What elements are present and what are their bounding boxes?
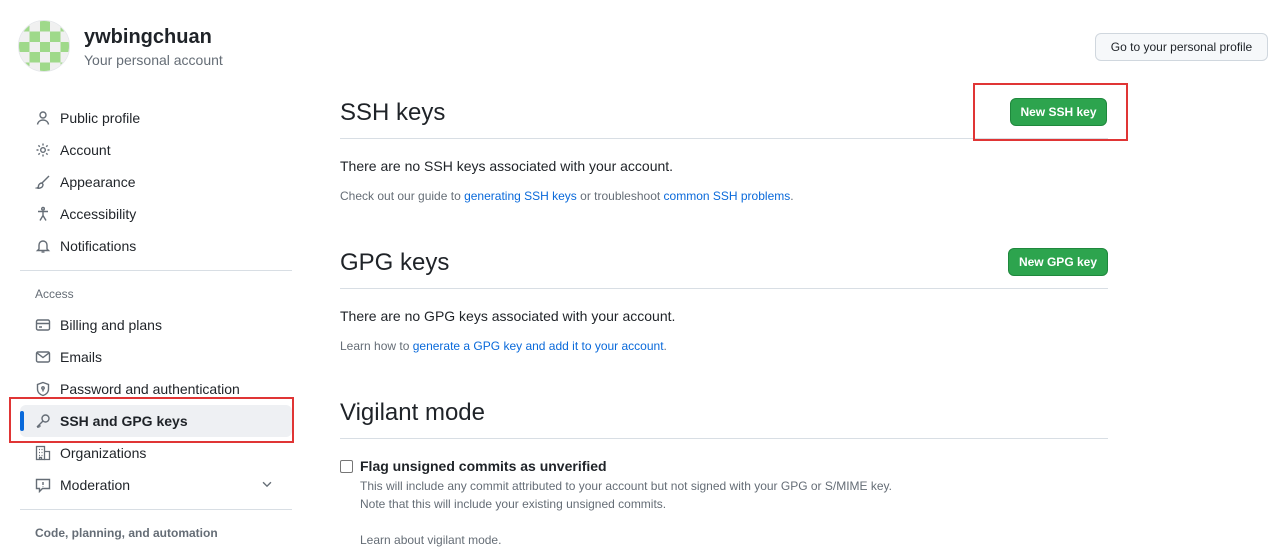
gear-icon (35, 142, 51, 158)
gpg-keys-title: GPG keys (340, 249, 450, 276)
settings-sidebar: Public profile Account Appearance Access… (20, 102, 292, 548)
account-subtitle: Your personal account (84, 52, 223, 68)
sidebar-item-label: Appearance (60, 174, 136, 190)
generate-gpg-key-link[interactable]: generate a GPG key and add it to your ac… (413, 339, 664, 353)
gpg-learn-text: Learn how to generate a GPG key and add … (340, 339, 667, 353)
avatar[interactable] (18, 20, 70, 72)
chevron-down-icon[interactable] (260, 477, 274, 494)
new-ssh-key-button[interactable]: New SSH key (1010, 98, 1107, 126)
new-gpg-key-button[interactable]: New GPG key (1008, 248, 1108, 276)
sidebar-item-label: Emails (60, 349, 103, 365)
ssh-guide-mid: or troubleshoot (576, 189, 664, 203)
sidebar-item-label: Public profile (60, 110, 141, 126)
person-icon (35, 110, 51, 126)
vigilant-checkbox-label[interactable]: Flag unsigned commits as unverified (360, 458, 607, 474)
section-divider (340, 138, 1108, 139)
vigilant-checkbox-row[interactable]: Flag unsigned commits as unverified (340, 458, 607, 474)
organization-icon (35, 445, 51, 461)
ssh-guide-suffix: . (790, 189, 794, 203)
bell-icon (35, 238, 51, 254)
sidebar-item-password[interactable]: Password and authentication (20, 373, 292, 405)
vigilant-mode-checkbox[interactable] (340, 459, 353, 473)
gpg-learn-prefix: Learn how to (340, 339, 413, 353)
sidebar-item-account[interactable]: Account (20, 134, 292, 166)
sidebar-item-notifications[interactable]: Notifications (20, 230, 292, 262)
section-divider (340, 288, 1108, 289)
sidebar-item-label: Password and authentication (60, 381, 240, 397)
mail-icon (35, 349, 51, 365)
gpg-empty-message: There are no GPG keys associated with yo… (340, 308, 676, 324)
vigilant-description-2: Note that this will include your existin… (360, 497, 667, 511)
sidebar-item-public-profile[interactable]: Public profile (20, 102, 292, 134)
generating-ssh-keys-link[interactable]: generating SSH keys (464, 189, 577, 203)
sidebar-divider (20, 509, 292, 510)
sidebar-item-label: Billing and plans (60, 317, 162, 333)
gpg-learn-suffix: . (663, 339, 667, 353)
sidebar-item-label: Notifications (60, 238, 137, 254)
key-icon (35, 413, 51, 429)
sidebar-item-emails[interactable]: Emails (20, 341, 292, 373)
report-icon (35, 477, 51, 493)
vigilant-mode-title: Vigilant mode (340, 399, 485, 426)
sidebar-group-access: Access (35, 287, 74, 301)
account-username[interactable]: ywbingchuan (84, 26, 212, 49)
sidebar-item-label: Moderation (60, 477, 131, 493)
sidebar-item-ssh-gpg-keys[interactable]: SSH and GPG keys (20, 405, 292, 437)
sidebar-item-label: SSH and GPG keys (60, 413, 188, 429)
ssh-empty-message: There are no SSH keys associated with yo… (340, 158, 674, 174)
sidebar-divider (20, 270, 292, 271)
vigilant-description-1: This will include any commit attributed … (360, 479, 893, 493)
section-divider (340, 438, 1108, 439)
sidebar-item-accessibility[interactable]: Accessibility (20, 198, 292, 230)
sidebar-item-label: Account (60, 142, 111, 158)
ssh-guide-text: Check out our guide to generating SSH ke… (340, 189, 794, 203)
sidebar-item-label: Organizations (60, 445, 147, 461)
sidebar-item-label: Accessibility (60, 206, 137, 222)
ssh-guide-prefix: Check out our guide to (340, 189, 465, 203)
shield-lock-icon (35, 381, 51, 397)
go-to-profile-button[interactable]: Go to your personal profile (1095, 33, 1268, 61)
credit-card-icon (35, 317, 51, 333)
accessibility-icon (35, 206, 51, 222)
sidebar-item-billing[interactable]: Billing and plans (20, 309, 292, 341)
sidebar-item-appearance[interactable]: Appearance (20, 166, 292, 198)
sidebar-group-code-planning: Code, planning, and automation (35, 526, 218, 540)
paintbrush-icon (35, 174, 51, 190)
sidebar-item-organizations[interactable]: Organizations (20, 437, 292, 469)
ssh-keys-title: SSH keys (340, 99, 446, 126)
learn-vigilant-mode-link[interactable]: Learn about vigilant mode. (360, 533, 501, 547)
common-ssh-problems-link[interactable]: common SSH problems (664, 189, 791, 203)
sidebar-item-moderation[interactable]: Moderation (20, 469, 292, 501)
